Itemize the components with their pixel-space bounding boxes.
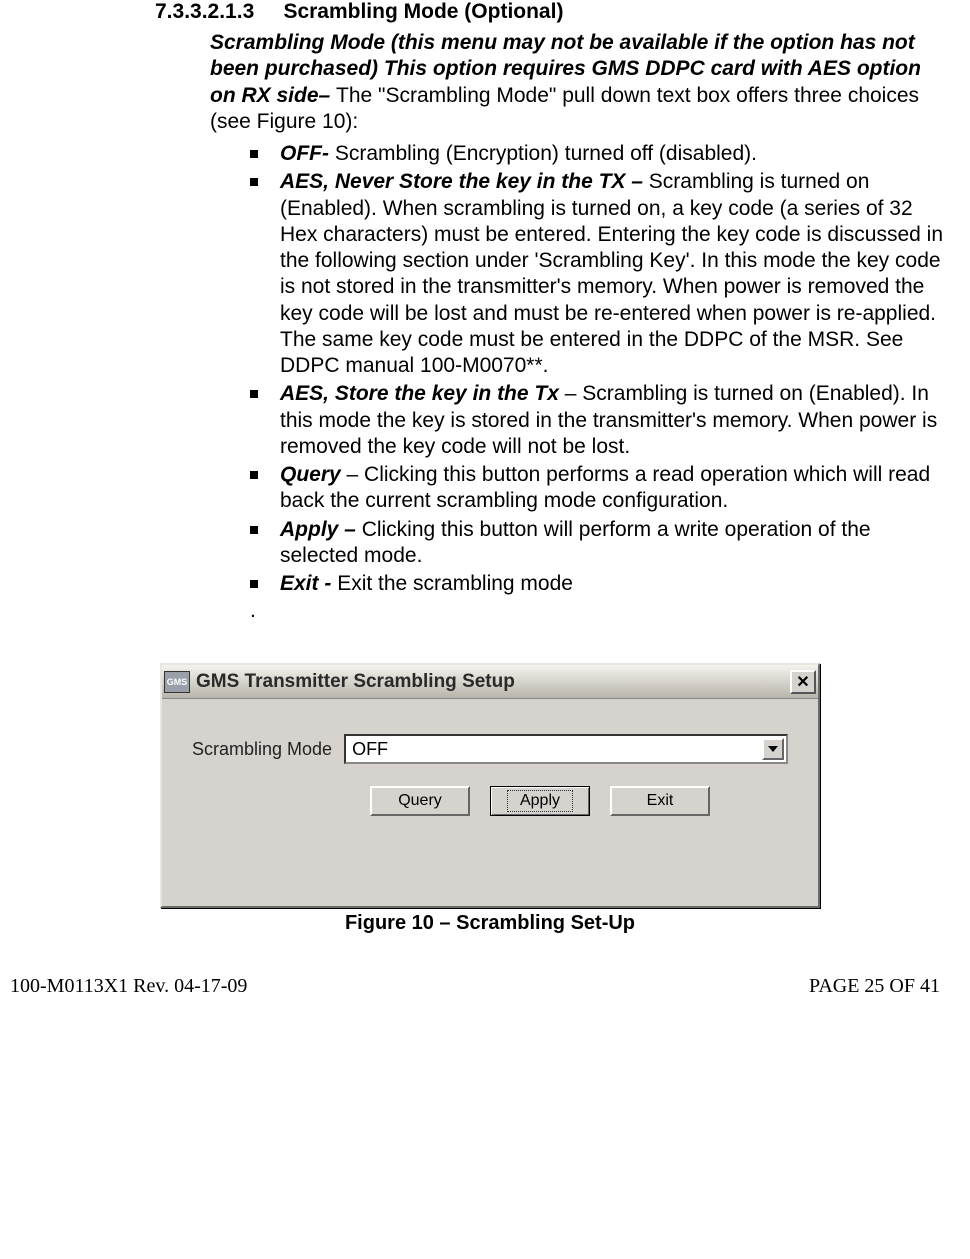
section-title: Scrambling Mode (Optional)	[283, 0, 563, 23]
bullet-list: OFF- Scrambling (Encryption) turned off …	[250, 141, 950, 597]
exit-button-label: Exit	[647, 792, 674, 810]
intro-paragraph: Scrambling Mode (this menu may not be av…	[210, 30, 950, 135]
bullet-rest: Exit the scrambling mode	[337, 572, 573, 595]
apply-button[interactable]: Apply	[490, 786, 590, 816]
bullet-bi: Exit -	[280, 572, 337, 595]
bullet-bi: OFF-	[280, 142, 335, 165]
list-item: Query – Clicking this button performs a …	[250, 462, 950, 515]
dialog-title: GMS Transmitter Scrambling Setup	[196, 671, 790, 693]
section-heading: 7.3.3.2.1.3 Scrambling Mode (Optional)	[155, 0, 960, 24]
close-button[interactable]: ✕	[790, 670, 816, 694]
bullet-bi: Apply –	[280, 518, 362, 541]
titlebar: GMS GMS Transmitter Scrambling Setup ✕	[162, 665, 818, 699]
page-footer: 100-M0113X1 Rev. 04-17-09 PAGE 25 OF 41	[10, 975, 960, 998]
select-value: OFF	[352, 739, 388, 760]
close-icon: ✕	[796, 672, 809, 692]
bullet-rest: Clicking this button will perform a writ…	[280, 518, 871, 567]
section-number: 7.3.3.2.1.3	[155, 0, 254, 23]
bullet-bi: AES, Never Store the key in the TX –	[280, 170, 649, 193]
list-item: OFF- Scrambling (Encryption) turned off …	[250, 141, 950, 167]
trailing-period: .	[250, 599, 960, 623]
bullet-bi: AES, Store the key in the Tx	[280, 382, 565, 405]
bullet-rest: Scrambling (Encryption) turned off (disa…	[335, 142, 757, 165]
footer-left: 100-M0113X1 Rev. 04-17-09	[10, 975, 247, 998]
exit-button[interactable]: Exit	[610, 786, 710, 816]
scrambling-mode-label: Scrambling Mode	[192, 739, 332, 760]
logo-icon: GMS	[164, 671, 190, 693]
scrambling-setup-dialog: GMS GMS Transmitter Scrambling Setup ✕ S…	[160, 663, 820, 908]
query-button-label: Query	[398, 792, 442, 810]
bullet-rest: Scrambling is turned on (Enabled). When …	[280, 170, 943, 377]
list-item: AES, Store the key in the Tx – Scramblin…	[250, 381, 950, 460]
bullet-bi: Query	[280, 463, 347, 486]
figure-caption: Figure 10 – Scrambling Set-Up	[160, 912, 820, 935]
list-item: Exit - Exit the scrambling mode	[250, 571, 950, 597]
list-item: Apply – Clicking this button will perfor…	[250, 517, 950, 570]
scrambling-mode-select[interactable]: OFF	[344, 734, 788, 764]
footer-right: PAGE 25 OF 41	[809, 975, 940, 998]
bullet-rest: – Clicking this button performs a read o…	[280, 463, 930, 512]
chevron-down-icon[interactable]	[762, 738, 784, 760]
query-button[interactable]: Query	[370, 786, 470, 816]
apply-button-label: Apply	[507, 790, 573, 812]
list-item: AES, Never Store the key in the TX – Scr…	[250, 169, 950, 379]
